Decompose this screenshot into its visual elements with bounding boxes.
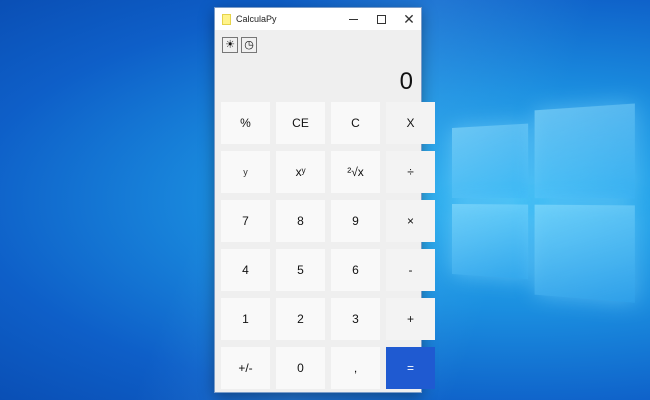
digit-4-button[interactable]: 4: [221, 249, 270, 291]
digit-3-button[interactable]: 3: [331, 298, 380, 340]
maximize-button[interactable]: [367, 8, 395, 30]
subtract-button[interactable]: -: [386, 249, 435, 291]
sun-icon: ☀: [225, 38, 235, 51]
logo-pane: [452, 204, 529, 280]
percent-button[interactable]: %: [221, 102, 270, 144]
decimal-button[interactable]: ,: [331, 347, 380, 389]
square-root-button[interactable]: ²√x: [331, 151, 380, 193]
app-icon: [222, 13, 231, 25]
windows-logo: [452, 96, 637, 303]
negate-button[interactable]: +/-: [221, 347, 270, 389]
digit-6-button[interactable]: 6: [331, 249, 380, 291]
clear-button[interactable]: C: [331, 102, 380, 144]
digit-2-button[interactable]: 2: [276, 298, 325, 340]
logo-pane: [534, 103, 635, 199]
maximize-icon: [376, 14, 386, 24]
history-button[interactable]: ◷: [241, 37, 257, 53]
add-button[interactable]: +: [386, 298, 435, 340]
digit-8-button[interactable]: 8: [276, 200, 325, 242]
toolbar: ☀ ◷: [222, 37, 257, 53]
calculator-window: CalculaPy ✕ ☀ ◷ 0 % CE C Xy xʸ ²√x ÷ 7 8 9 × 4 5 6- 1 2…: [214, 7, 435, 393]
keypad: % CE C Xy xʸ ²√x ÷ 7 8 9 × 4 5 6- 1 2 3 + +/- 0, =: [221, 102, 435, 389]
logo-pane: [534, 204, 635, 303]
minimize-button[interactable]: [339, 8, 367, 30]
multiply-button[interactable]: ×: [386, 200, 435, 242]
divide-button[interactable]: ÷: [386, 151, 435, 193]
y-button[interactable]: y: [221, 151, 270, 193]
digit-0-button[interactable]: 0: [276, 347, 325, 389]
logo-pane: [452, 123, 529, 199]
digit-1-button[interactable]: 1: [221, 298, 270, 340]
minimize-icon: [348, 18, 358, 20]
equals-button[interactable]: =: [386, 347, 435, 389]
theme-toggle-button[interactable]: ☀: [222, 37, 238, 53]
close-icon: ✕: [403, 11, 415, 27]
window-title: CalculaPy: [236, 14, 277, 24]
result-display: 0: [399, 68, 413, 95]
title-bar[interactable]: CalculaPy ✕: [215, 8, 421, 30]
close-button[interactable]: ✕: [395, 8, 423, 30]
clear-entry-button[interactable]: CE: [276, 102, 325, 144]
digit-5-button[interactable]: 5: [276, 249, 325, 291]
power-button[interactable]: xʸ: [276, 151, 325, 193]
backspace-button[interactable]: X: [386, 102, 435, 144]
digit-7-button[interactable]: 7: [221, 200, 270, 242]
digit-9-button[interactable]: 9: [331, 200, 380, 242]
clock-icon: ◷: [244, 38, 254, 51]
